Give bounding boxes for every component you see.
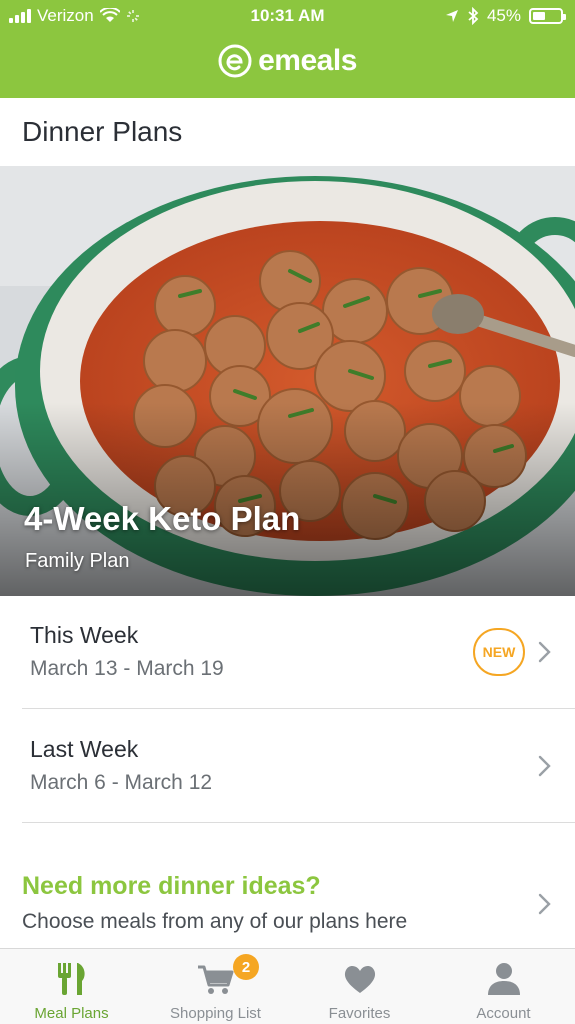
brand-logo: emeals xyxy=(0,44,575,78)
utensils-icon xyxy=(57,963,85,995)
heart-icon xyxy=(344,965,375,993)
page-title: Dinner Plans xyxy=(22,116,183,147)
week-row-last-week[interactable]: Last Week March 6 - March 12 xyxy=(0,710,575,823)
page-header: Dinner Plans xyxy=(0,98,575,166)
week-title: Last Week xyxy=(30,736,139,762)
tab-shopping-list[interactable]: Shopping List xyxy=(144,949,287,1024)
week-dates: March 13 - March 19 xyxy=(30,657,224,680)
brand-name: emeals xyxy=(258,44,357,77)
emeals-logo-icon xyxy=(218,44,252,78)
week-dates: March 6 - March 12 xyxy=(30,771,213,794)
tab-label: Meal Plans xyxy=(34,1005,109,1022)
plan-hero-card[interactable]: 4-Week Keto Plan Family Plan xyxy=(0,166,575,596)
tab-label: Shopping List xyxy=(170,1005,261,1022)
bluetooth-icon xyxy=(468,7,479,25)
battery-percent: 45% xyxy=(486,6,521,25)
tab-favorites[interactable]: Favorites xyxy=(288,949,431,1024)
tab-bar: Meal Plans Shopping List Favorites Accou… xyxy=(0,948,575,1024)
week-title: This Week xyxy=(30,622,139,648)
more-ideas-title: Need more dinner ideas? xyxy=(22,872,321,900)
tab-meal-plans[interactable]: Meal Plans xyxy=(0,949,143,1024)
more-ideas-description: Choose meals from any of our plans here xyxy=(22,910,408,933)
tab-account[interactable]: Account xyxy=(432,949,575,1024)
tab-label: Account xyxy=(476,1005,531,1022)
more-dinner-ideas-link[interactable]: Need more dinner ideas? Choose meals fro… xyxy=(0,848,575,948)
new-badge: NEW xyxy=(473,628,525,676)
plan-title: 4-Week Keto Plan xyxy=(24,500,301,537)
chevron-right-icon xyxy=(538,641,551,663)
plan-subtitle: Family Plan xyxy=(25,550,130,572)
week-row-this-week[interactable]: This Week March 13 - March 19 NEW xyxy=(0,596,575,709)
divider xyxy=(22,822,575,823)
cart-icon xyxy=(197,965,233,994)
location-icon xyxy=(445,10,458,22)
tab-label: Favorites xyxy=(328,1005,391,1022)
user-icon xyxy=(487,963,520,995)
status-bar: Verizon 10:31 AM 45% xyxy=(0,0,575,32)
chevron-right-icon xyxy=(538,755,551,777)
cart-count-badge: 2 xyxy=(233,954,259,980)
divider xyxy=(22,708,575,709)
battery-icon xyxy=(529,8,566,24)
chevron-right-icon xyxy=(538,893,551,915)
app-header: Verizon 10:31 AM 45% emeals xyxy=(0,0,575,98)
status-right: 45% xyxy=(445,6,566,26)
